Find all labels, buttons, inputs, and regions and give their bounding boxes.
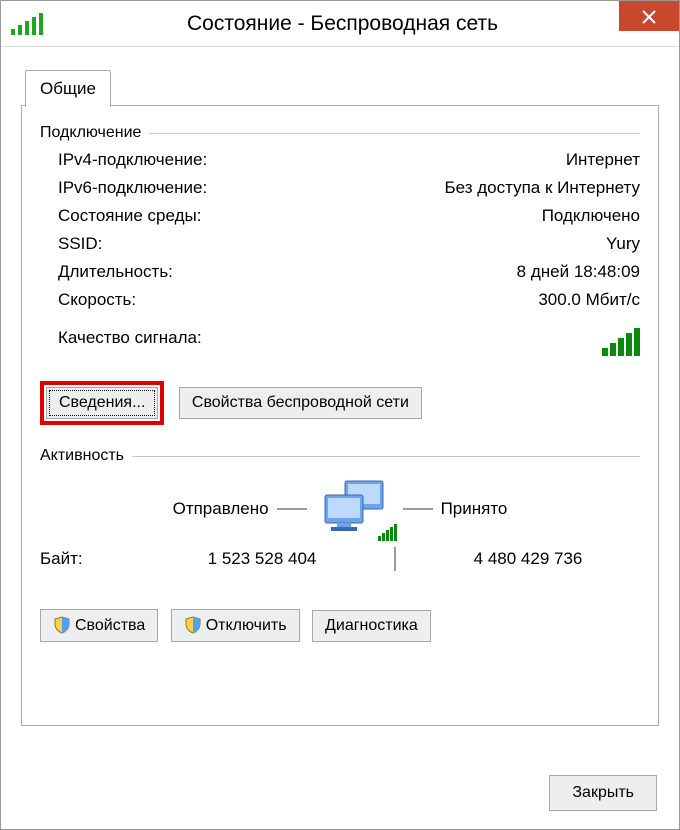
ssid-label: SSID: bbox=[58, 234, 102, 254]
sent-label: Отправлено bbox=[173, 499, 269, 519]
wireless-properties-button[interactable]: Свойства беспроводной сети bbox=[179, 387, 422, 419]
media-label: Состояние среды: bbox=[58, 206, 201, 226]
speed-value: 300.0 Мбит/с bbox=[538, 290, 640, 310]
bytes-row: Байт: 1 523 528 404 4 480 429 736 bbox=[40, 547, 640, 571]
shield-icon bbox=[53, 616, 71, 634]
group-connection-title: Подключение bbox=[40, 124, 640, 142]
signal-mini-icon bbox=[377, 523, 397, 541]
signal-label: Качество сигнала: bbox=[58, 328, 202, 361]
ipv4-label: IPv4-подключение: bbox=[58, 150, 207, 170]
duration-value: 8 дней 18:48:09 bbox=[517, 262, 640, 282]
row-signal-quality: Качество сигнала: bbox=[58, 324, 640, 365]
row-duration: Длительность: 8 дней 18:48:09 bbox=[58, 258, 640, 286]
signal-quality-icon bbox=[600, 328, 640, 361]
highlight-box: Сведения... bbox=[40, 381, 164, 425]
diagnose-button[interactable]: Диагностика bbox=[312, 610, 431, 642]
tab-general[interactable]: Общие bbox=[25, 70, 111, 107]
separator bbox=[394, 547, 396, 571]
window-title: Состояние - Беспроводная сеть bbox=[46, 12, 679, 36]
tab-panel: Подключение IPv4-подключение: Интернет I… bbox=[21, 106, 659, 726]
bytes-received-value: 4 480 429 736 bbox=[416, 549, 640, 569]
network-monitors-icon bbox=[315, 479, 395, 539]
disable-button[interactable]: Отключить bbox=[171, 609, 300, 642]
speed-label: Скорость: bbox=[58, 290, 136, 310]
close-icon bbox=[642, 10, 656, 24]
row-ipv6: IPv6-подключение: Без доступа к Интернет… bbox=[58, 174, 640, 202]
details-button[interactable]: Сведения... bbox=[46, 387, 158, 419]
received-label: Принято bbox=[441, 499, 508, 519]
row-ipv4: IPv4-подключение: Интернет bbox=[58, 146, 640, 174]
status-window: Состояние - Беспроводная сеть Общие Подк… bbox=[0, 0, 680, 830]
ipv6-value: Без доступа к Интернету bbox=[444, 178, 640, 198]
close-window-button[interactable] bbox=[619, 1, 679, 31]
row-media-state: Состояние среды: Подключено bbox=[58, 202, 640, 230]
row-ssid: SSID: Yury bbox=[58, 230, 640, 258]
shield-icon bbox=[184, 616, 202, 634]
signal-bars-icon bbox=[11, 13, 46, 35]
properties-button[interactable]: Свойства bbox=[40, 609, 158, 642]
ipv4-value: Интернет bbox=[566, 150, 640, 170]
bytes-label: Байт: bbox=[40, 549, 150, 569]
duration-label: Длительность: bbox=[58, 262, 173, 282]
tabstrip: Общие bbox=[21, 69, 659, 106]
activity-header: Отправлено bbox=[40, 479, 640, 539]
ssid-value: Yury bbox=[606, 234, 640, 254]
media-value: Подключено bbox=[542, 206, 640, 226]
group-activity-title: Активность bbox=[40, 447, 640, 465]
bytes-sent-value: 1 523 528 404 bbox=[150, 549, 374, 569]
close-button[interactable]: Закрыть bbox=[549, 775, 657, 811]
titlebar: Состояние - Беспроводная сеть bbox=[1, 1, 679, 47]
row-speed: Скорость: 300.0 Мбит/с bbox=[58, 286, 640, 314]
ipv6-label: IPv6-подключение: bbox=[58, 178, 207, 198]
